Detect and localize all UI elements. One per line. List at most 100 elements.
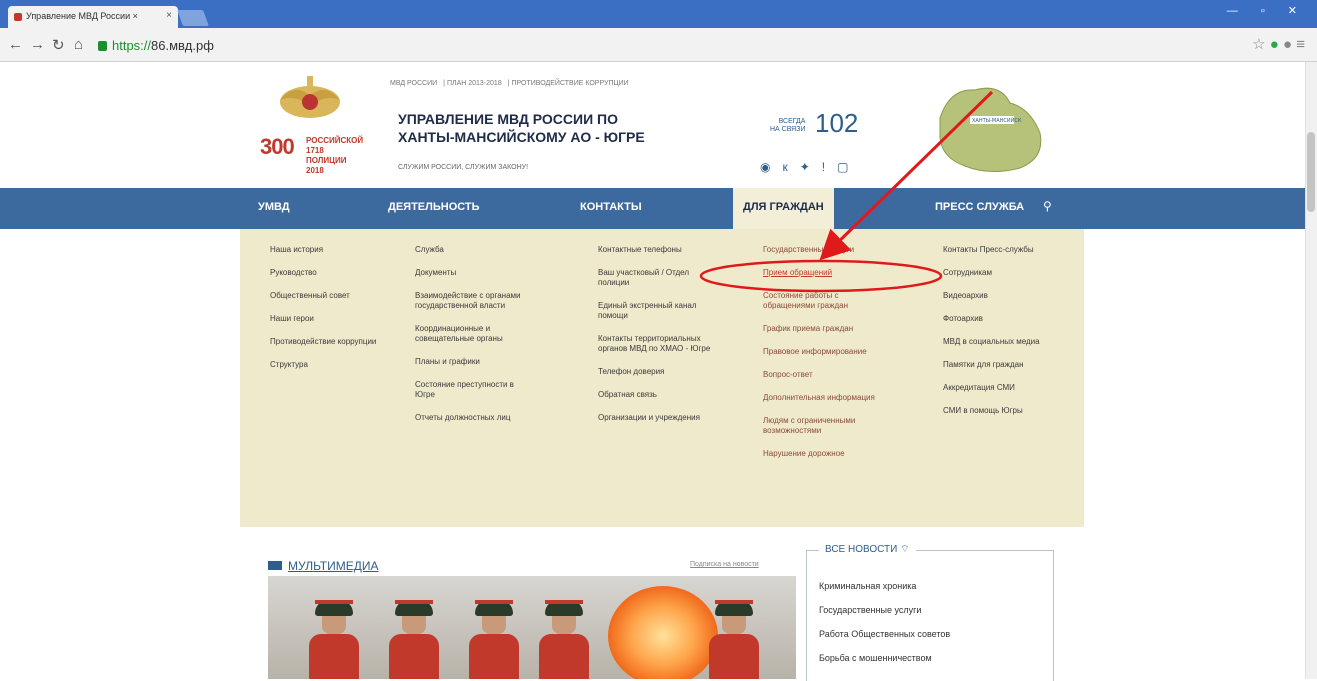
address-bar: ← → ↻ ⌂ https://86.мвд.рф ☆ ● ● ≡ (0, 28, 1317, 62)
menu-item[interactable]: Служба (415, 245, 535, 255)
menu-item[interactable]: Государственные услуги (763, 245, 883, 255)
favicon-icon (14, 13, 22, 21)
extension-icon[interactable]: ● (1270, 36, 1279, 53)
news-category[interactable]: Криминальная хроника (819, 581, 916, 591)
menu-item[interactable]: Вопрос-ответ (763, 370, 883, 380)
menu-item[interactable]: СМИ в помощь Югры (943, 406, 1063, 416)
eye-icon[interactable]: ◉ (760, 160, 782, 174)
star-icon[interactable]: ☆ (1252, 36, 1265, 53)
menu-item[interactable]: Состояние преступности в Югре (415, 380, 535, 400)
menu-item[interactable]: Людям с ограниченными возможностями (763, 416, 883, 436)
extension2-icon[interactable]: ● (1283, 36, 1292, 53)
nav-press[interactable]: ПРЕСС СЛУЖБА (935, 201, 1024, 213)
org-title[interactable]: УПРАВЛЕНИЕ МВД РОССИИ ПО ХАНТЫ-МАНСИЙСКО… (398, 110, 645, 146)
menu-item[interactable]: Телефон доверия (598, 367, 718, 377)
dropdown-col-2: Служба Документы Взаимодействие с органа… (415, 245, 535, 436)
nav-contacts[interactable]: КОНТАКТЫ (580, 201, 642, 213)
menu-item[interactable]: Сотрудникам (943, 268, 1063, 278)
vk-icon[interactable]: к (782, 160, 799, 174)
multimedia-photo[interactable] (268, 576, 796, 679)
hotline-number: 102 (815, 108, 859, 138)
soldier-figure (468, 590, 520, 679)
site-header: 300 РОССИЙСКОЙ 1718 ПОЛИЦИИ 2018 МВД РОС… (240, 72, 1090, 182)
menu-item[interactable]: График приема граждан (763, 324, 883, 334)
menu-item[interactable]: Контакты территориальных органов МВД по … (598, 334, 718, 354)
web-page: 300 РОССИЙСКОЙ 1718 ПОЛИЦИИ 2018 МВД РОС… (0, 62, 1317, 681)
nav-activity[interactable]: ДЕЯТЕЛЬНОСТЬ (388, 201, 480, 213)
menu-item[interactable]: Наша история (270, 245, 390, 255)
dropdown-col-5: Контакты Пресс-службы Сотрудникам Видеоа… (943, 245, 1063, 429)
menu-item[interactable]: Структура (270, 360, 390, 370)
menu-item-appeals[interactable]: Прием обращений (763, 268, 883, 278)
menu-item[interactable]: Взаимодействие с органами государственно… (415, 291, 535, 311)
soldier-figure (388, 590, 440, 679)
menu-item[interactable]: Фотоархив (943, 314, 1063, 324)
dropdown-col-4: Государственные услуги Прием обращений С… (763, 245, 883, 472)
multimedia-heading[interactable]: МУЛЬТИМЕДИА (268, 559, 378, 573)
soldier-figure (538, 590, 590, 679)
search-icon[interactable]: ⚲ (1043, 199, 1052, 213)
menu-item[interactable]: Общественный совет (270, 291, 390, 301)
menu-item[interactable]: Памятки для граждан (943, 360, 1063, 370)
all-news-link[interactable]: ВСЕ НОВОСТИ ⌔ (819, 543, 916, 556)
news-category[interactable]: Работа Общественных советов (819, 629, 950, 639)
browser-tab-strip: Управление МВД России × × — ▫ ✕ (0, 0, 1317, 28)
motto: СЛУЖИМ РОССИИ, СЛУЖИМ ЗАКОНУ! (398, 164, 529, 171)
social-links: ◉к✦!▢ (760, 160, 860, 174)
for-citizens-dropdown: Наша история Руководство Общественный со… (240, 229, 1084, 527)
ok-icon[interactable]: ! (822, 160, 837, 174)
twitter-icon[interactable]: ✦ (800, 160, 822, 174)
menu-item[interactable]: Видеоархив (943, 291, 1063, 301)
menu-item[interactable]: Обратная связь (598, 390, 718, 400)
news-category[interactable]: Государственные услуги (819, 605, 921, 615)
url-field[interactable]: https://86.мвд.рф (98, 38, 214, 53)
reload-icon[interactable]: ↻ (52, 36, 65, 54)
svg-text:ХАНТЫ-МАНСИЙСК: ХАНТЫ-МАНСИЙСК (972, 117, 1022, 124)
menu-icon[interactable]: ≡ (1296, 36, 1305, 53)
top-link-plan[interactable]: ПЛАН 2013-2018 (447, 80, 502, 87)
back-icon[interactable]: ← (8, 36, 23, 53)
news-category[interactable]: Борьба с мошенничеством (819, 653, 932, 663)
page-scrollbar[interactable] (1305, 62, 1317, 679)
forward-icon[interactable]: → (30, 36, 45, 53)
menu-item[interactable]: Контактные телефоны (598, 245, 718, 255)
menu-item[interactable]: Дополнительная информация (763, 393, 883, 403)
scroll-thumb[interactable] (1307, 132, 1315, 212)
menu-item[interactable]: Ваш участковый / Отдел полиции (598, 268, 718, 288)
menu-item[interactable]: Правовое информирование (763, 347, 883, 357)
top-link-mvd[interactable]: МВД РОССИИ (390, 80, 437, 87)
close-tab-icon[interactable]: × (166, 10, 172, 21)
menu-item[interactable]: Руководство (270, 268, 390, 278)
rss-icon: ⌔ (900, 544, 910, 555)
top-link-anticorruption[interactable]: ПРОТИВОДЕЙСТВИЕ КОРРУПЦИИ (511, 80, 628, 87)
menu-item[interactable]: Организации и учреждения (598, 413, 718, 423)
top-links: МВД РОССИИ | ПЛАН 2013-2018 | ПРОТИВОДЕЙСТ… (390, 80, 629, 87)
menu-item[interactable]: Документы (415, 268, 535, 278)
menu-item[interactable]: Отчеты должностных лиц (415, 413, 535, 423)
browser-tab[interactable]: Управление МВД России × × (8, 6, 178, 28)
menu-item[interactable]: Аккредитация СМИ (943, 383, 1063, 393)
nav-umvd[interactable]: УМВД (258, 201, 290, 213)
menu-item[interactable]: Координационные и совещательные органы (415, 324, 535, 344)
instagram-icon[interactable]: ▢ (837, 160, 860, 174)
nav-for-citizens[interactable]: ДЛЯ ГРАЖДАН (733, 188, 834, 232)
menu-item[interactable]: Состояние работы с обращениями граждан (763, 291, 883, 311)
menu-item[interactable]: Наши герои (270, 314, 390, 324)
main-nav: УМВД ДЕЯТЕЛЬНОСТЬ КОНТАКТЫ ДЛЯ ГРАЖДАН П… (0, 188, 1310, 232)
subscribe-link[interactable]: Подписка на новости (690, 561, 759, 568)
menu-item[interactable]: Планы и графики (415, 357, 535, 367)
browser-right-icons: ☆ ● ● ≡ (1252, 35, 1305, 53)
menu-item[interactable]: Противодействие коррупции (270, 337, 390, 347)
soldier-figure (308, 590, 360, 679)
window-controls[interactable]: — ▫ ✕ (1227, 4, 1307, 17)
dropdown-col-1: Наша история Руководство Общественный со… (270, 245, 390, 383)
home-icon[interactable]: ⌂ (74, 36, 83, 53)
menu-item[interactable]: Единый экстренный канал помощи (598, 301, 718, 321)
menu-item[interactable]: МВД в социальных медиа (943, 337, 1063, 347)
lock-icon (98, 41, 107, 51)
menu-item[interactable]: Контакты Пресс-службы (943, 245, 1063, 255)
new-tab-button[interactable] (177, 10, 209, 26)
region-map-icon[interactable]: ХАНТЫ-МАНСИЙСК (930, 78, 1050, 178)
anniversary-text: РОССИЙСКОЙ 1718 ПОЛИЦИИ 2018 (306, 136, 364, 175)
menu-item[interactable]: Нарушение дорожное (763, 449, 883, 459)
